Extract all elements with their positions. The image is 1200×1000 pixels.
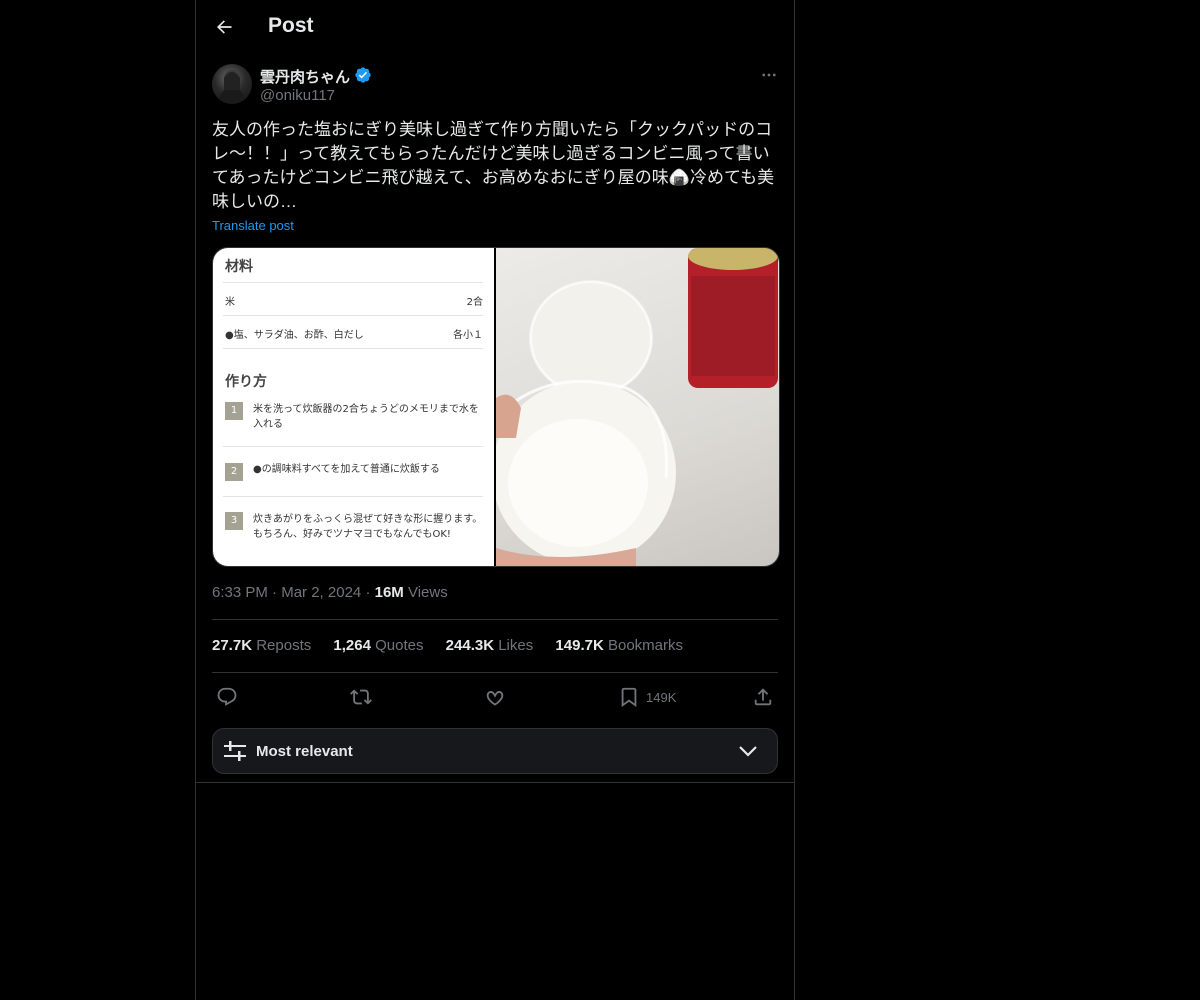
reply-icon [217, 687, 237, 706]
divider [196, 782, 794, 783]
bookmarks-label: Bookmarks [607, 637, 683, 654]
ingredient-row: 米 2合 [225, 293, 483, 308]
repost-icon [350, 689, 372, 705]
repost-button[interactable] [350, 685, 372, 709]
share-icon [754, 688, 772, 706]
verified-badge-icon [355, 67, 371, 83]
quotes-label: Quotes [375, 637, 424, 654]
likes-stat[interactable]: 244.3K Likes [446, 637, 534, 654]
avatar[interactable] [212, 64, 252, 104]
views-count: 16M [374, 584, 404, 601]
reposts-count: 27.7K [212, 637, 253, 654]
recipe-image[interactable]: 材料 米 2合 ●塩、サラダ油、お酢、白だし 各小１ 作り方 1 米を洗って炊飯… [213, 248, 494, 566]
page-title: Post [268, 14, 314, 37]
divider [223, 446, 483, 447]
share-button[interactable] [752, 685, 774, 709]
likes-label: Likes [498, 637, 534, 654]
post-time[interactable]: 6:33 PM [212, 584, 268, 601]
sort-replies-dropdown[interactable]: Most relevant [212, 728, 778, 774]
bookmark-icon [621, 687, 637, 708]
step-text: 炊きあがりをふっくら混ぜて好きな形に握ります。もちろん、好みでツナマヨでもなんで… [253, 514, 483, 540]
quotes-stat[interactable]: 1,264 Quotes [333, 637, 423, 654]
ingredient-row: ●塩、サラダ油、お酢、白だし 各小１ [225, 326, 483, 341]
more-dots-icon [762, 73, 776, 77]
step-number: 3 [225, 512, 243, 530]
like-button[interactable] [484, 685, 506, 709]
step-number: 2 [225, 463, 243, 481]
steps-title: 作り方 [225, 374, 267, 390]
onigiri-illustration [496, 248, 778, 566]
post-meta: 6:33 PM · Mar 2, 2024 · 16M Views [212, 584, 448, 601]
author-display-name[interactable]: 雲丹肉ちゃん [260, 66, 350, 87]
main-column: Post 雲丹肉ちゃん @oniku117 友人の作った塩おにぎり美味し過ぎて作… [195, 0, 795, 1000]
bookmark-button[interactable]: 149K [618, 685, 676, 709]
step-text: ●の調味料すべてを加えて普通に炊飯する [253, 464, 440, 475]
reposts-label: Reposts [256, 637, 312, 654]
quotes-count: 1,264 [333, 637, 371, 654]
divider [223, 348, 483, 349]
views-label: Views [407, 584, 448, 601]
bookmarks-stat[interactable]: 149.7K Bookmarks [555, 637, 683, 654]
bookmark-count: 149K [646, 689, 677, 705]
author-handle[interactable]: @oniku117 [260, 87, 335, 104]
divider [223, 315, 483, 316]
ingredients-title: 材料 [225, 259, 253, 275]
heart-icon [486, 691, 504, 706]
divider [212, 672, 778, 673]
meta-separator: · [272, 584, 278, 601]
post-date[interactable]: Mar 2, 2024 [281, 584, 361, 601]
chevron-down-icon [739, 746, 757, 757]
onigiri-photo[interactable] [496, 248, 779, 566]
sort-label: Most relevant [256, 743, 353, 760]
divider [212, 619, 778, 620]
divider [223, 282, 483, 283]
avatar-image [218, 70, 246, 104]
bookmarks-count: 149.7K [555, 637, 604, 654]
post-media[interactable]: 材料 米 2合 ●塩、サラダ油、お酢、白だし 各小１ 作り方 1 米を洗って炊飯… [212, 247, 780, 567]
post-header: Post [196, 0, 794, 54]
engagement-stats: 27.7K Reposts 1,264 Quotes 244.3K Likes … [212, 637, 701, 654]
arrow-left-icon [217, 20, 232, 34]
ingredient-name: ●塩、サラダ油、お酢、白だし [225, 330, 364, 341]
step-number: 1 [225, 402, 243, 420]
divider [223, 496, 483, 497]
ingredient-amount: 各小１ [453, 330, 483, 341]
ingredient-amount: 2合 [466, 297, 483, 308]
meta-separator: · [365, 584, 371, 601]
step-text: 米を洗って炊飯器の2合ちょうどのメモリまで水を入れる [253, 404, 479, 430]
ingredient-name: 米 [225, 297, 235, 308]
post-text: 友人の作った塩おにぎり美味し過ぎて作り方聞いたら「クックパッドのコレ〜！！」って… [212, 120, 775, 211]
reply-button[interactable] [216, 685, 238, 709]
more-options-button[interactable] [758, 64, 780, 86]
back-button[interactable] [208, 11, 240, 43]
likes-count: 244.3K [445, 637, 495, 654]
reposts-stat[interactable]: 27.7K Reposts [212, 637, 311, 654]
sliders-icon [224, 741, 246, 761]
translate-post-link[interactable]: Translate post [212, 218, 294, 233]
